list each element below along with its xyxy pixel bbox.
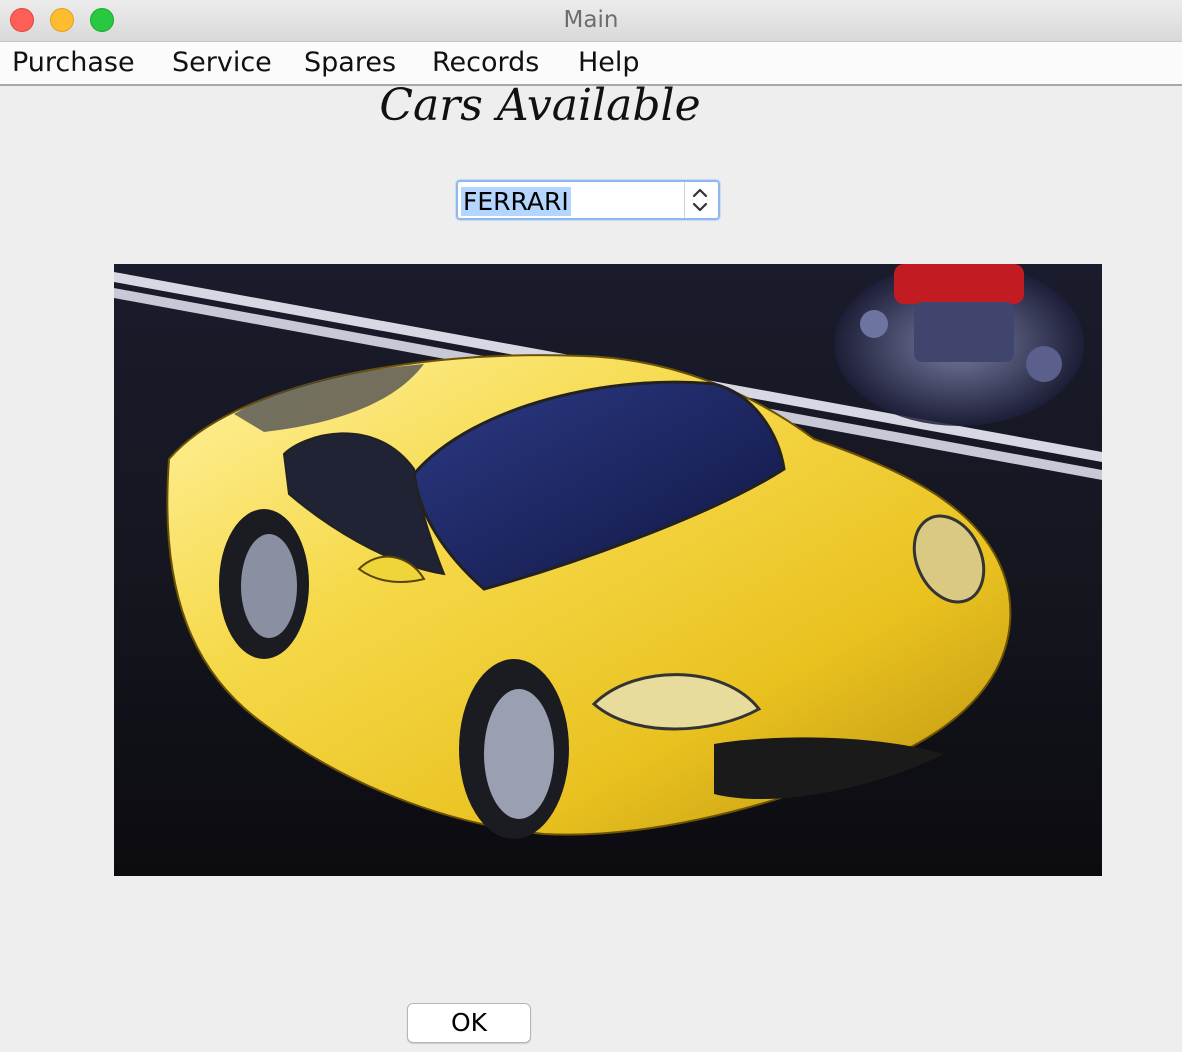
menu-help[interactable]: Help <box>578 47 640 78</box>
engine-inset <box>834 264 1084 426</box>
ok-button[interactable]: OK <box>407 1003 531 1043</box>
spinner-arrows[interactable] <box>684 182 718 218</box>
window-title: Main <box>563 7 619 33</box>
car-model-value[interactable]: FERRARI <box>461 187 571 216</box>
car-photo <box>114 264 1102 876</box>
menu-records[interactable]: Records <box>432 47 539 78</box>
menu-service[interactable]: Service <box>172 47 272 78</box>
chevron-up-icon <box>692 188 708 198</box>
menu-spares[interactable]: Spares <box>304 47 396 78</box>
menu-purchase[interactable]: Purchase <box>12 47 135 78</box>
chevron-down-icon <box>692 202 708 212</box>
window-titlebar[interactable]: Main <box>0 0 1182 42</box>
page-title: Cars Available <box>379 80 701 131</box>
car-model-spinner[interactable]: FERRARI <box>456 180 720 220</box>
